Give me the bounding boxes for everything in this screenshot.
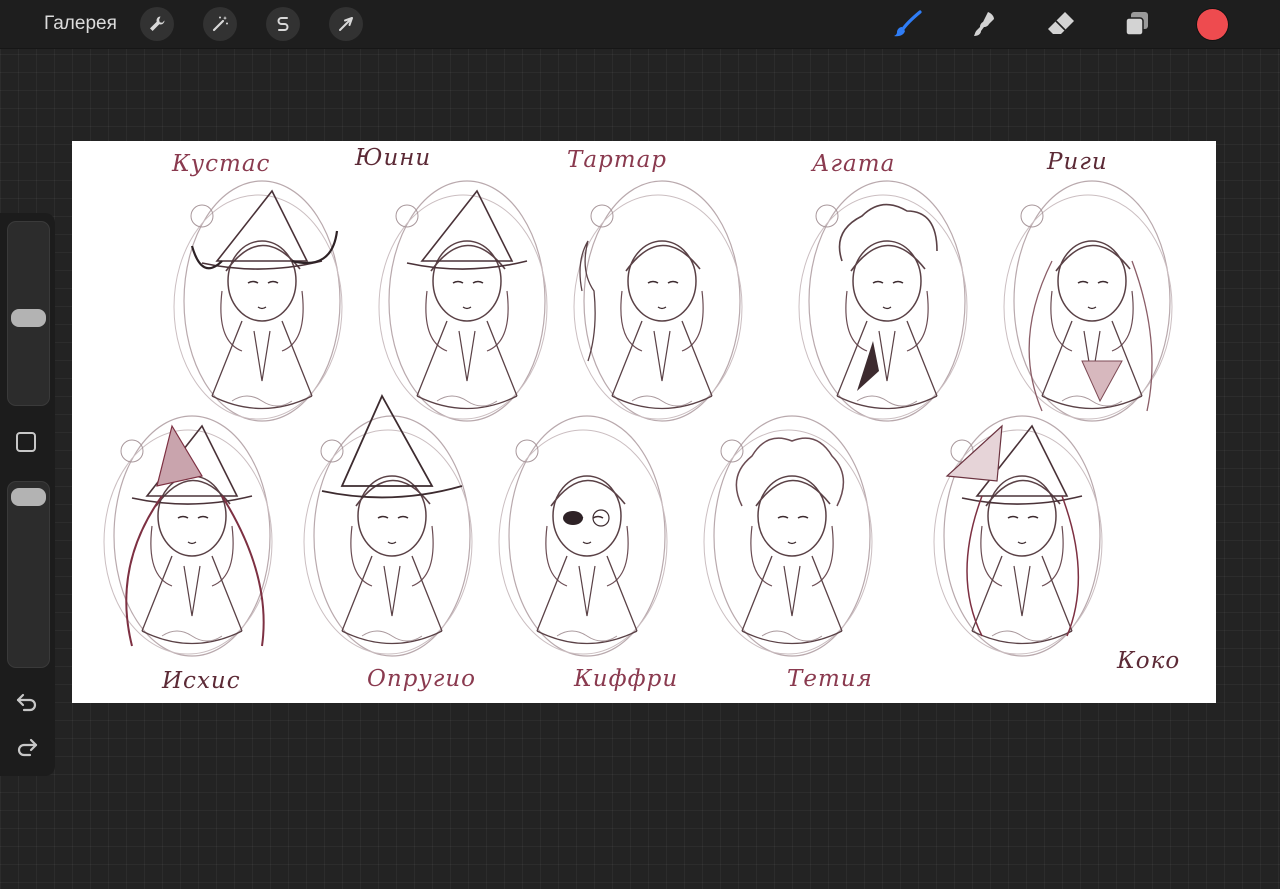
name-label-tartar: Тартар [567,147,668,173]
name-label-kustas: Кустас [172,151,271,177]
name-label-agata: Агата [812,151,896,177]
smudge-icon [974,12,994,36]
selection-button[interactable] [266,7,300,41]
transform-arrow-icon [339,17,353,31]
modify-button[interactable] [16,432,36,452]
gallery-button[interactable]: Галерея [44,13,117,35]
magic-wand-icon [212,16,228,32]
side-toolbar [0,213,55,776]
wrench-icon [150,16,165,31]
eraser-button[interactable] [1045,8,1077,40]
selection-s-icon [277,17,289,31]
layers-button[interactable] [1121,8,1153,40]
top-toolbar: Галерея [0,0,1280,49]
smudge-button[interactable] [969,8,1001,40]
character-sketches [103,180,1173,657]
brush-size-thumb[interactable] [11,309,46,327]
layers-icon [1125,12,1148,36]
name-label-ishis: Исхис [162,668,241,694]
brush-size-slider[interactable] [7,221,50,406]
name-label-rigi: Риги [1047,149,1108,175]
undo-icon[interactable] [14,690,40,716]
brush-icon [894,10,922,37]
redo-icon[interactable] [14,735,40,761]
name-label-koko: Коко [1117,648,1181,674]
name-label-yuini: Юини [355,145,432,171]
drawing-canvas[interactable]: Кустас Юини Тартар Агата Риги Исхис Опру… [72,141,1216,703]
name-label-tetiya: Тетия [787,666,873,692]
brush-button[interactable] [892,8,924,40]
actions-button[interactable] [140,7,174,41]
adjustments-button[interactable] [203,7,237,41]
color-picker-button[interactable] [1197,9,1228,40]
name-label-kiffri: Киффри [574,666,679,692]
opacity-thumb[interactable] [11,488,46,506]
opacity-slider[interactable] [7,481,50,668]
name-label-oprugio: Опругио [367,666,477,692]
transform-button[interactable] [329,7,363,41]
eraser-icon [1048,12,1074,34]
